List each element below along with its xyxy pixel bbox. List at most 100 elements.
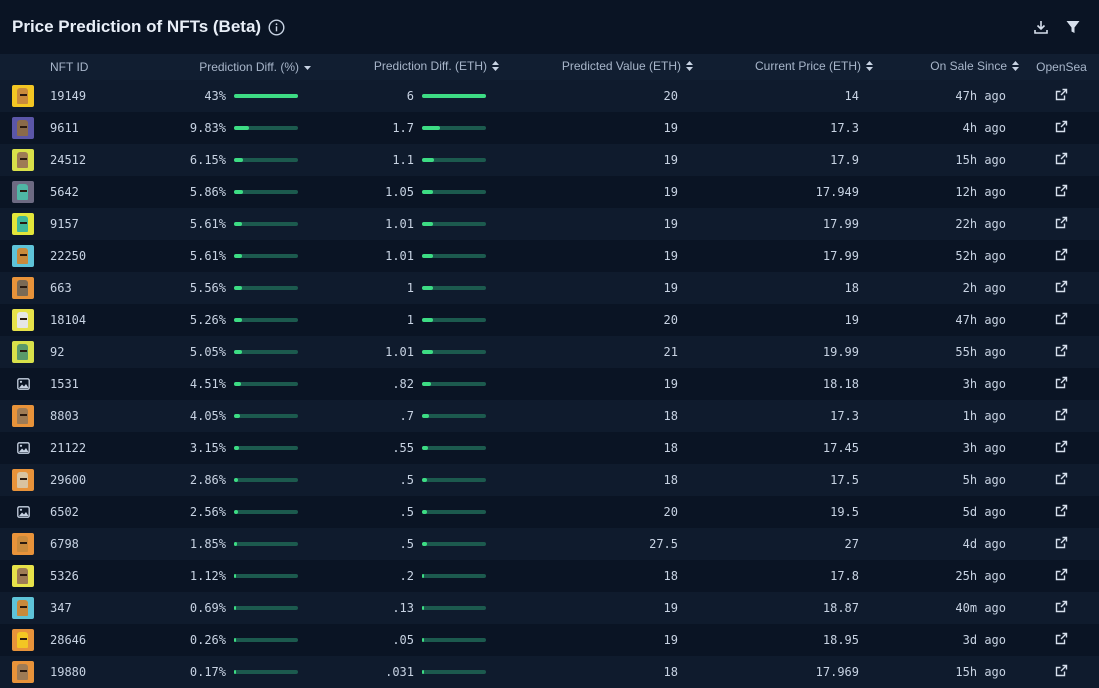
- nft-thumbnail[interactable]: [12, 277, 34, 299]
- prediction-diff-eth-value: 1.01: [385, 249, 414, 264]
- external-link-icon[interactable]: [1055, 312, 1068, 325]
- image-placeholder-icon[interactable]: [12, 437, 34, 459]
- external-link-icon[interactable]: [1055, 280, 1068, 293]
- external-link-icon[interactable]: [1055, 632, 1068, 645]
- external-link-icon[interactable]: [1055, 88, 1068, 101]
- on-sale-since-cell: 40m ago: [955, 601, 1006, 615]
- nft-thumbnail[interactable]: [12, 565, 34, 587]
- external-link-icon[interactable]: [1055, 120, 1068, 133]
- nft-thumbnail[interactable]: [12, 661, 34, 683]
- external-link-icon[interactable]: [1055, 344, 1068, 357]
- external-link-icon[interactable]: [1055, 408, 1068, 421]
- table-row[interactable]: 29600 2.86% .5 18 17.5 5h ago: [0, 464, 1099, 496]
- external-link-icon[interactable]: [1055, 568, 1068, 581]
- table-row[interactable]: 9157 5.61% 1.01 19 17.99 22h ago: [0, 208, 1099, 240]
- external-link-icon[interactable]: [1055, 600, 1068, 613]
- download-icon[interactable]: [1033, 19, 1049, 35]
- bar-fill: [234, 382, 241, 387]
- table-row[interactable]: 6798 1.85% .5 27.5 27 4d ago: [0, 528, 1099, 560]
- bar-fill: [422, 286, 433, 291]
- info-icon[interactable]: [268, 18, 285, 36]
- prediction-diff-eth-cell: .13: [316, 592, 504, 624]
- prediction-diff-pct-bar: [234, 382, 298, 387]
- prediction-diff-eth-bar: [422, 478, 486, 483]
- column-header-prediction-diff-eth[interactable]: Prediction Diff. (ETH): [316, 54, 504, 80]
- external-link-icon[interactable]: [1055, 664, 1068, 677]
- table-row[interactable]: 5326 1.12% .2 18 17.8 25h ago: [0, 560, 1099, 592]
- external-link-icon[interactable]: [1055, 536, 1068, 549]
- sort-icon[interactable]: [864, 60, 874, 75]
- nft-thumbnail[interactable]: [12, 533, 34, 555]
- opensea-cell: [1024, 560, 1099, 592]
- current-price-cell: 17.949: [815, 185, 859, 199]
- prediction-diff-pct-bar: [234, 254, 298, 259]
- opensea-cell: [1024, 656, 1099, 688]
- nft-thumbnail[interactable]: [12, 469, 34, 491]
- prediction-diff-eth-cell: 1.01: [316, 208, 504, 240]
- sort-icon[interactable]: [1010, 60, 1020, 75]
- nft-thumbnail[interactable]: [12, 629, 34, 651]
- prediction-diff-eth-bar: [422, 286, 486, 291]
- nft-thumbnail[interactable]: [12, 213, 34, 235]
- table-row[interactable]: 347 0.69% .13 19 18.87 40m ago: [0, 592, 1099, 624]
- external-link-icon[interactable]: [1055, 216, 1068, 229]
- table-row[interactable]: 8803 4.05% .7 18 17.3 1h ago: [0, 400, 1099, 432]
- nft-id-cell: 28646: [50, 633, 87, 647]
- table-row[interactable]: 5642 5.86% 1.05 19 17.949 12h ago: [0, 176, 1099, 208]
- prediction-diff-pct-value: 0.69%: [189, 601, 226, 616]
- column-header-on-sale-since[interactable]: On Sale Since: [878, 54, 1024, 80]
- external-link-icon[interactable]: [1055, 184, 1068, 197]
- table-row[interactable]: 19149 43% 6 20 14 47h ago: [0, 80, 1099, 112]
- current-price-cell: 19.99: [822, 345, 859, 359]
- table-row[interactable]: 18104 5.26% 1 20 19 47h ago: [0, 304, 1099, 336]
- prediction-diff-pct-bar: [234, 222, 298, 227]
- prediction-diff-eth-bar: [422, 382, 486, 387]
- predicted-value-cell: 19: [663, 185, 678, 199]
- external-link-icon[interactable]: [1055, 440, 1068, 453]
- table-row[interactable]: 24512 6.15% 1.1 19 17.9 15h ago: [0, 144, 1099, 176]
- table-row[interactable]: 663 5.56% 1 19 18 2h ago: [0, 272, 1099, 304]
- nft-thumbnail[interactable]: [12, 405, 34, 427]
- external-link-icon[interactable]: [1055, 504, 1068, 517]
- nft-thumbnail[interactable]: [12, 341, 34, 363]
- table-row[interactable]: 19880 0.17% .031 18 17.969 15h ago: [0, 656, 1099, 688]
- column-header-nft-id[interactable]: NFT ID: [50, 54, 130, 80]
- sort-icon[interactable]: [490, 60, 500, 75]
- image-placeholder-icon[interactable]: [12, 373, 34, 395]
- nft-thumbnail[interactable]: [12, 117, 34, 139]
- table-row[interactable]: 9611 9.83% 1.7 19 17.3 4h ago: [0, 112, 1099, 144]
- column-header-predicted-value[interactable]: Predicted Value (ETH): [504, 54, 698, 80]
- external-link-icon[interactable]: [1055, 248, 1068, 261]
- bar-fill: [422, 158, 434, 163]
- table-row[interactable]: 1531 4.51% .82 19 18.18 3h ago: [0, 368, 1099, 400]
- nft-thumbnail[interactable]: [12, 597, 34, 619]
- external-link-icon[interactable]: [1055, 472, 1068, 485]
- sort-desc-icon[interactable]: [302, 60, 312, 74]
- table-row[interactable]: 92 5.05% 1.01 21 19.99 55h ago: [0, 336, 1099, 368]
- external-link-icon[interactable]: [1055, 152, 1068, 165]
- column-header-prediction-diff-pct[interactable]: Prediction Diff. (%): [130, 54, 316, 80]
- filter-icon[interactable]: [1065, 19, 1081, 35]
- nft-thumbnail[interactable]: [12, 149, 34, 171]
- prediction-diff-pct-bar: [234, 414, 298, 419]
- table-row[interactable]: 21122 3.15% .55 18 17.45 3h ago: [0, 432, 1099, 464]
- column-header-current-price[interactable]: Current Price (ETH): [698, 54, 878, 80]
- thumbnail-cell: [0, 592, 50, 624]
- image-placeholder-icon[interactable]: [12, 501, 34, 523]
- nft-thumbnail[interactable]: [12, 181, 34, 203]
- sort-icon[interactable]: [684, 60, 694, 75]
- current-price-cell: 17.3: [830, 409, 859, 423]
- nft-thumbnail[interactable]: [12, 85, 34, 107]
- prediction-diff-pct-cell: 5.26%: [130, 304, 316, 336]
- thumbnail-cell: [0, 656, 50, 688]
- table-row[interactable]: 28646 0.26% .05 19 18.95 3d ago: [0, 624, 1099, 656]
- current-price-cell: 17.8: [830, 569, 859, 583]
- table-row[interactable]: 6502 2.56% .5 20 19.5 5d ago: [0, 496, 1099, 528]
- predicted-value-cell: 18: [663, 569, 678, 583]
- nft-thumbnail[interactable]: [12, 309, 34, 331]
- table-row[interactable]: 22250 5.61% 1.01 19 17.99 52h ago: [0, 240, 1099, 272]
- external-link-icon[interactable]: [1055, 376, 1068, 389]
- nft-thumbnail[interactable]: [12, 245, 34, 267]
- opensea-cell: [1024, 592, 1099, 624]
- prediction-diff-eth-cell: 1.7: [316, 112, 504, 144]
